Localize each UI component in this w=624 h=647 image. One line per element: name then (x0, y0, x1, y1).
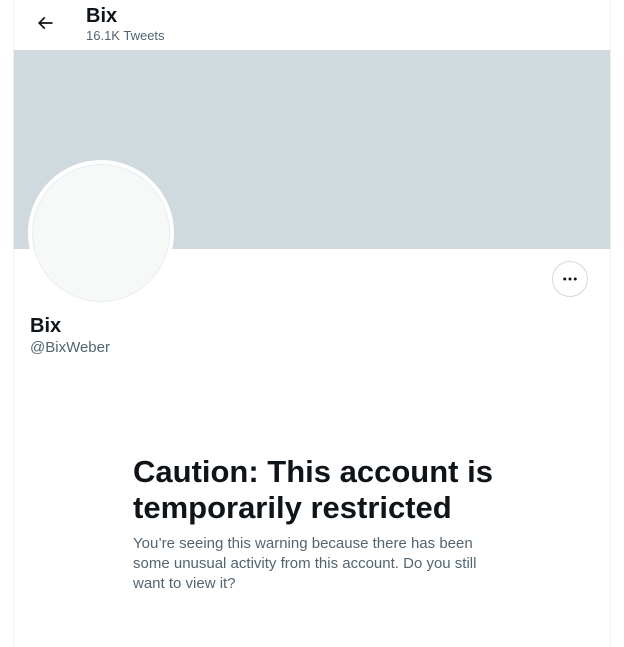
more-options-button[interactable] (552, 261, 588, 297)
tweet-count: 16.1K Tweets (86, 28, 165, 43)
profile-name: Bix (30, 315, 62, 337)
warning-title: Caution: This account is temporarily res… (133, 454, 493, 525)
avatar[interactable] (28, 160, 174, 306)
header-title-block: Bix 16.1K Tweets (86, 4, 165, 44)
restricted-warning: Caution: This account is temporarily res… (133, 454, 493, 594)
header-name: Bix (86, 5, 118, 27)
profile-handle: @BixWeber (30, 339, 110, 356)
primary-column: Bix 16.1K Tweets Bix @BixWeber Caution: … (13, 0, 611, 647)
arrow-left-icon (37, 16, 53, 30)
more-horizontal-icon (563, 277, 577, 281)
back-button[interactable] (28, 6, 62, 40)
profile-page: Bix 16.1K Tweets Bix @BixWeber Caution: … (0, 0, 624, 647)
profile-header: Bix 16.1K Tweets (14, 0, 610, 50)
warning-body: You’re seeing this warning because there… (133, 535, 477, 592)
